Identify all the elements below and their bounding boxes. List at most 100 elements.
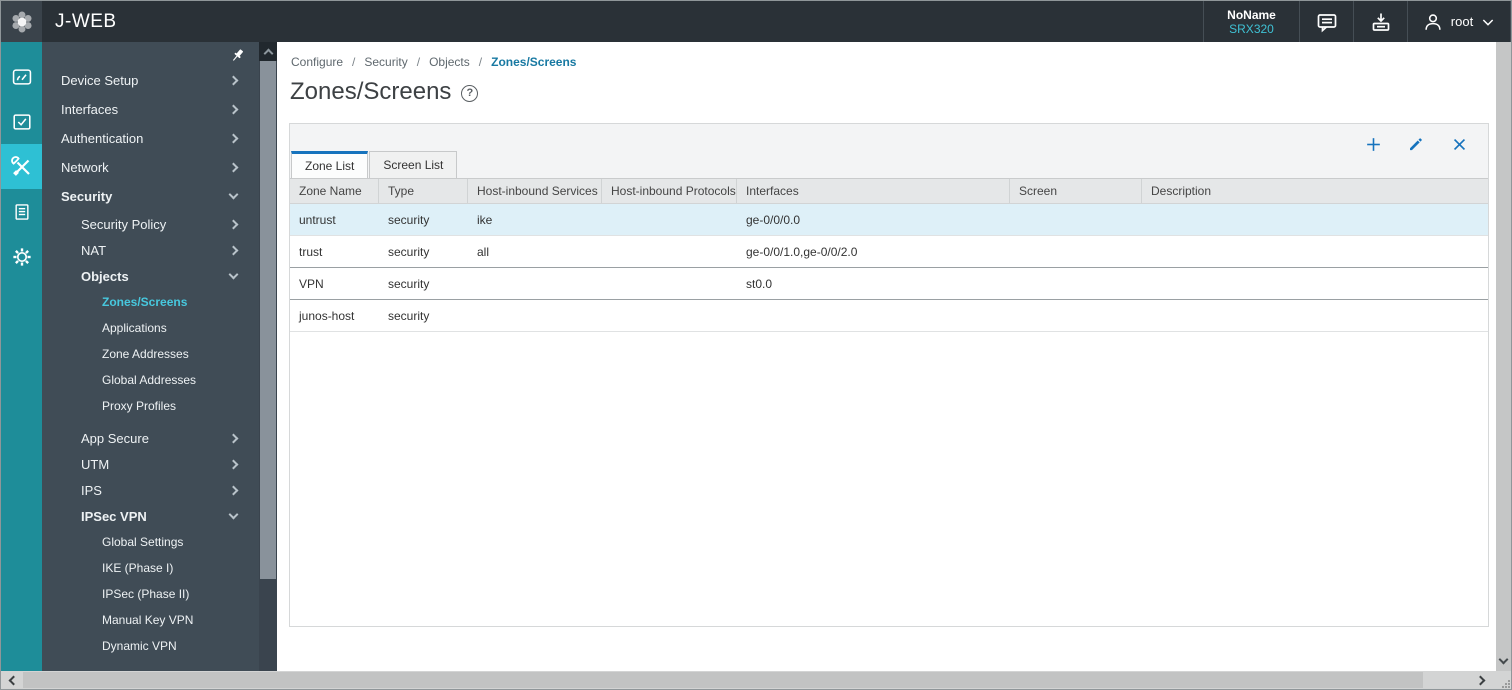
pin-menu-button[interactable] xyxy=(229,47,246,69)
plus-icon xyxy=(1366,137,1380,151)
horizontal-scrollbar-thumb[interactable] xyxy=(23,672,1423,688)
rail-item-settings[interactable] xyxy=(1,234,42,279)
breadcrumb-item-objects[interactable]: Objects xyxy=(429,55,470,69)
sidebar-item-ips[interactable]: IPS xyxy=(42,477,259,503)
panel-header: Zone List Screen List xyxy=(290,124,1488,178)
feedback-icon xyxy=(1317,13,1336,32)
sidebar-item-label: NAT xyxy=(81,242,107,258)
edit-zone-button[interactable] xyxy=(1406,134,1426,154)
breadcrumb-item-configure[interactable]: Configure xyxy=(291,55,343,69)
user-icon xyxy=(1425,13,1441,30)
table-row-untrust[interactable]: untrust security ike ge-0/0/0.0 xyxy=(290,204,1488,236)
user-menu[interactable]: root xyxy=(1407,1,1511,42)
sidebar-item-ike-phase-1[interactable]: IKE (Phase I) xyxy=(42,555,259,581)
chevron-right-icon xyxy=(228,75,239,86)
chevron-right-icon xyxy=(228,219,239,229)
breadcrumb: Configure / Security / Objects / Zones/S… xyxy=(291,55,576,69)
sidebar-item-manual-key-vpn[interactable]: Manual Key VPN xyxy=(42,607,259,633)
rail-item-dashboard[interactable] xyxy=(1,54,42,99)
rail-item-report[interactable] xyxy=(1,189,42,234)
main-content: Configure / Security / Objects / Zones/S… xyxy=(277,42,1496,671)
menu-scrollbar-thumb[interactable] xyxy=(260,61,276,579)
cell-type: security xyxy=(388,244,430,259)
scroll-left-button[interactable] xyxy=(1,671,23,689)
sidebar-item-global-settings[interactable]: Global Settings xyxy=(42,529,259,555)
tab-zone-list[interactable]: Zone List xyxy=(291,151,369,178)
breadcrumb-item-security[interactable]: Security xyxy=(364,55,407,69)
sidebar-item-zone-addresses[interactable]: Zone Addresses xyxy=(42,341,259,367)
column-header-description: Description xyxy=(1151,184,1212,198)
sidebar-item-dynamic-vpn[interactable]: Dynamic VPN xyxy=(42,633,259,659)
sidebar-item-security[interactable]: Security xyxy=(42,182,259,211)
sidebar-item-label: Device Setup xyxy=(61,73,139,88)
sidebar-item-label: App Secure xyxy=(81,430,149,446)
download-config-button[interactable] xyxy=(1353,1,1407,42)
device-info: NoName SRX320 xyxy=(1203,1,1299,42)
sidebar-item-ipsec-vpn[interactable]: IPSec VPN xyxy=(42,503,259,529)
page-vertical-scrollbar[interactable] xyxy=(1496,42,1511,671)
chevron-down-icon xyxy=(228,189,239,200)
add-zone-button[interactable] xyxy=(1363,134,1383,154)
sidebar-item-applications[interactable]: Applications xyxy=(42,315,259,341)
sidebar-item-label: Objects xyxy=(81,268,129,284)
page-horizontal-scrollbar[interactable] xyxy=(1,671,1511,689)
page-title: Zones/Screens xyxy=(290,78,452,105)
table-row-trust[interactable]: trust security all ge-0/0/1.0,ge-0/0/2.0 xyxy=(290,236,1488,268)
chevron-right-icon xyxy=(228,459,239,469)
column-header-type: Type xyxy=(379,179,468,203)
zones-panel: Zone List Screen List Zone Name Type Hos… xyxy=(289,123,1489,627)
menu-scroll-up-button[interactable] xyxy=(259,42,277,61)
flower-logo-icon xyxy=(11,10,32,33)
table-row-vpn[interactable]: VPN security st0.0 xyxy=(290,268,1488,300)
sidebar-item-app-secure[interactable]: App Secure xyxy=(42,425,259,451)
chevron-down-icon xyxy=(228,509,239,519)
report-document-icon xyxy=(14,203,29,220)
chevron-right-icon xyxy=(228,433,239,443)
rail-item-monitor[interactable] xyxy=(1,99,42,144)
sidebar-item-authentication[interactable]: Authentication xyxy=(42,124,259,153)
sidebar-item-device-setup[interactable]: Device Setup xyxy=(42,66,259,95)
icon-rail xyxy=(1,42,42,671)
help-icon[interactable]: ? xyxy=(461,84,479,102)
sidebar-item-label: Network xyxy=(61,160,109,175)
chevron-left-icon xyxy=(8,675,19,685)
sidebar-item-interfaces[interactable]: Interfaces xyxy=(42,95,259,124)
sidebar-item-label: IPSec VPN xyxy=(81,508,147,524)
tab-screen-list[interactable]: Screen List xyxy=(369,151,458,178)
sidebar-item-objects[interactable]: Objects xyxy=(42,263,259,289)
sidebar-item-zones-screens[interactable]: Zones/Screens xyxy=(42,289,259,315)
feedback-button[interactable] xyxy=(1299,1,1353,42)
chevron-down-icon xyxy=(228,269,239,279)
cell-type: security xyxy=(388,308,430,323)
column-header-screen: Screen xyxy=(1010,179,1142,203)
sidebar-item-ipsec-phase-2[interactable]: IPSec (Phase II) xyxy=(42,581,259,607)
device-name: NoName xyxy=(1227,7,1276,22)
sidebar-item-nat[interactable]: NAT xyxy=(42,237,259,263)
scroll-right-button[interactable] xyxy=(1471,671,1493,689)
cell-interfaces: ge-0/0/0.0 xyxy=(746,212,801,227)
sidebar-item-label: Proxy Profiles xyxy=(102,399,177,413)
sidebar-item-utm[interactable]: UTM xyxy=(42,451,259,477)
breadcrumb-separator: / xyxy=(352,55,356,69)
sidebar-item-security-policy[interactable]: Security Policy xyxy=(42,211,259,237)
juniper-logo xyxy=(1,1,42,42)
sidebar-item-network[interactable]: Network xyxy=(42,153,259,182)
delete-zone-button[interactable] xyxy=(1449,134,1469,154)
cell-interfaces: st0.0 xyxy=(746,276,773,291)
scroll-down-button[interactable] xyxy=(1496,653,1511,669)
breadcrumb-separator: / xyxy=(478,55,483,69)
dashboard-icon xyxy=(12,68,31,85)
gear-icon xyxy=(12,247,31,266)
list-tabs: Zone List Screen List xyxy=(291,151,458,178)
cell-zone-name: untrust xyxy=(299,212,336,227)
sidebar-item-proxy-profiles[interactable]: Proxy Profiles xyxy=(42,393,259,419)
sidebar-item-global-addresses[interactable]: Global Addresses xyxy=(42,367,259,393)
rail-item-configure[interactable] xyxy=(1,144,42,189)
app-title: J-WEB xyxy=(55,10,117,32)
resize-grip xyxy=(1493,671,1511,689)
sidebar-item-label: Security Policy xyxy=(81,216,167,232)
cell-host-inbound-services: ike xyxy=(477,212,493,227)
sidebar-item-label: Manual Key VPN xyxy=(102,613,194,627)
table-row-junos-host[interactable]: junos-host security xyxy=(290,300,1488,332)
sidebar-item-label: Global Addresses xyxy=(102,373,197,387)
